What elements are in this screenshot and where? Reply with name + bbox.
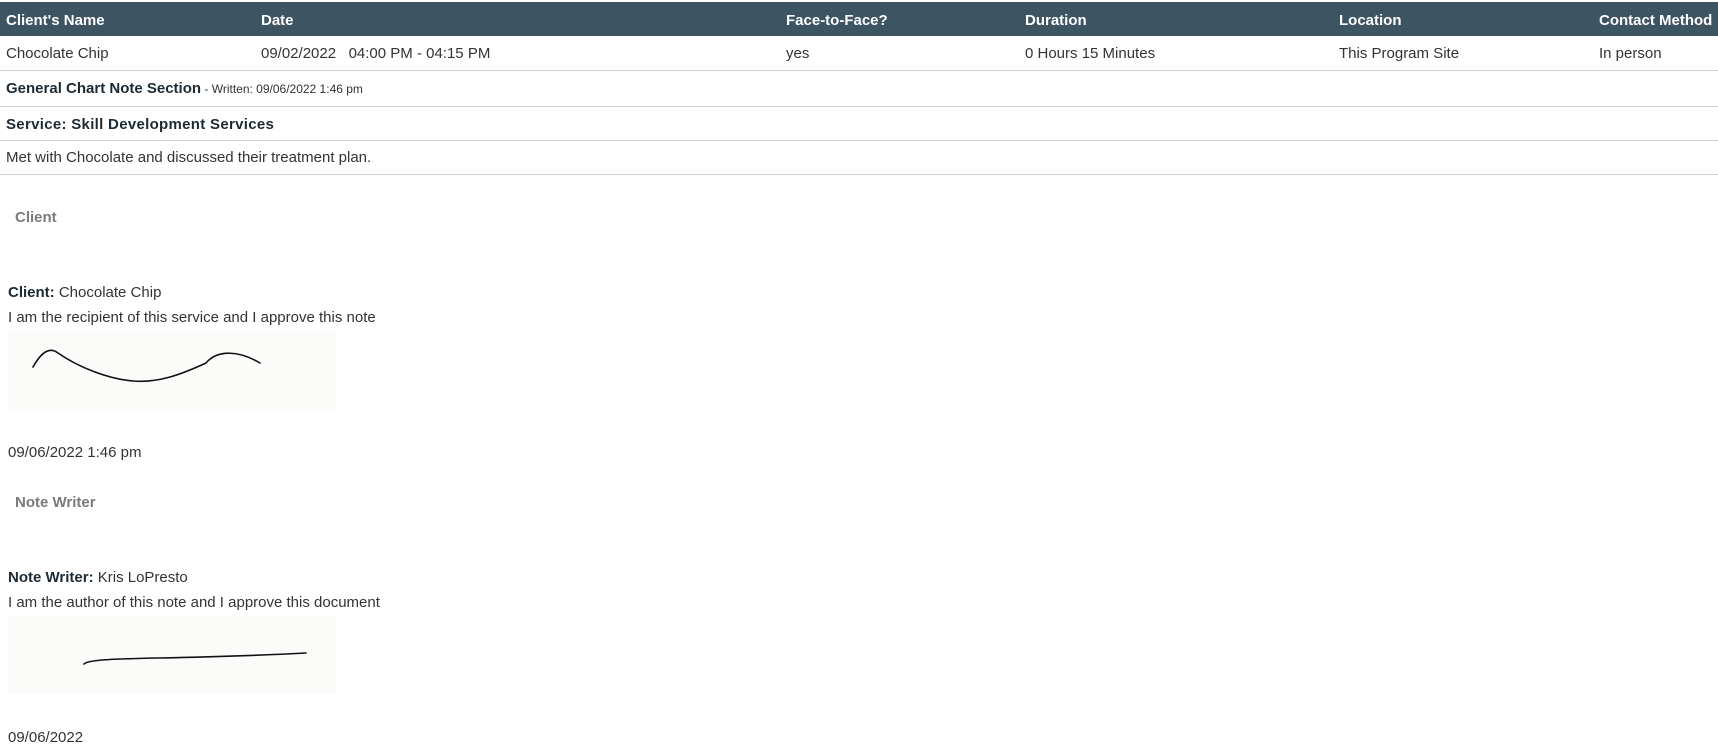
cell-contact-method: In person [1599,45,1662,62]
client-signature [8,331,336,409]
note-writer-name: Kris LoPresto [97,569,188,586]
client-signature-date: 09/06/2022 1:46 pm [8,444,142,461]
note-body-row: Met with Chocolate and discussed their t… [0,141,1718,175]
note-writer-statement: I am the author of this note and I appro… [8,594,380,611]
header-face-to-face: Face-to-Face? [786,12,888,29]
service-row: Service: Skill Development Services [0,107,1718,141]
note-writer-signature-date: 09/06/2022 [8,729,84,746]
note-writer-signature [8,616,336,694]
header-duration: Duration [1025,12,1087,29]
table-row: Chocolate Chip 09/02/2022 04:00 PM - 04:… [0,36,1718,71]
cell-client-name: Chocolate Chip [6,45,109,62]
cell-face-to-face: yes [786,45,810,62]
header-contact-method: Contact Method [1599,12,1713,29]
client-name: Chocolate Chip [58,284,162,301]
client-section-label: Client [15,209,57,226]
client-name-line: Client: Chocolate Chip [8,284,161,301]
header-location: Location [1339,12,1402,29]
note-writer-section-label: Note Writer [15,494,96,511]
cell-duration: 0 Hours 15 Minutes [1025,45,1156,62]
note-section-header: General Chart Note Section - Written: 09… [0,71,1718,107]
client-statement: I am the recipient of this service and I… [8,309,376,326]
header-client-name: Client's Name [6,12,105,29]
note-writer-name-label: Note Writer: [8,569,94,586]
note-body: Met with Chocolate and discussed their t… [6,149,372,166]
note-writer-name-line: Note Writer: Kris LoPresto [8,569,188,586]
client-name-label: Client: [8,284,55,301]
service-name: Service: Skill Development Services [6,116,275,133]
table-header: Client's Name Date Face-to-Face? Duratio… [0,2,1718,36]
note-section-title: General Chart Note Section [6,80,202,97]
cell-location: This Program Site [1339,45,1460,62]
header-date: Date [261,12,294,29]
cell-date: 09/02/2022 04:00 PM - 04:15 PM [261,45,491,62]
note-written-timestamp: - Written: 09/06/2022 1:46 pm [201,82,363,96]
